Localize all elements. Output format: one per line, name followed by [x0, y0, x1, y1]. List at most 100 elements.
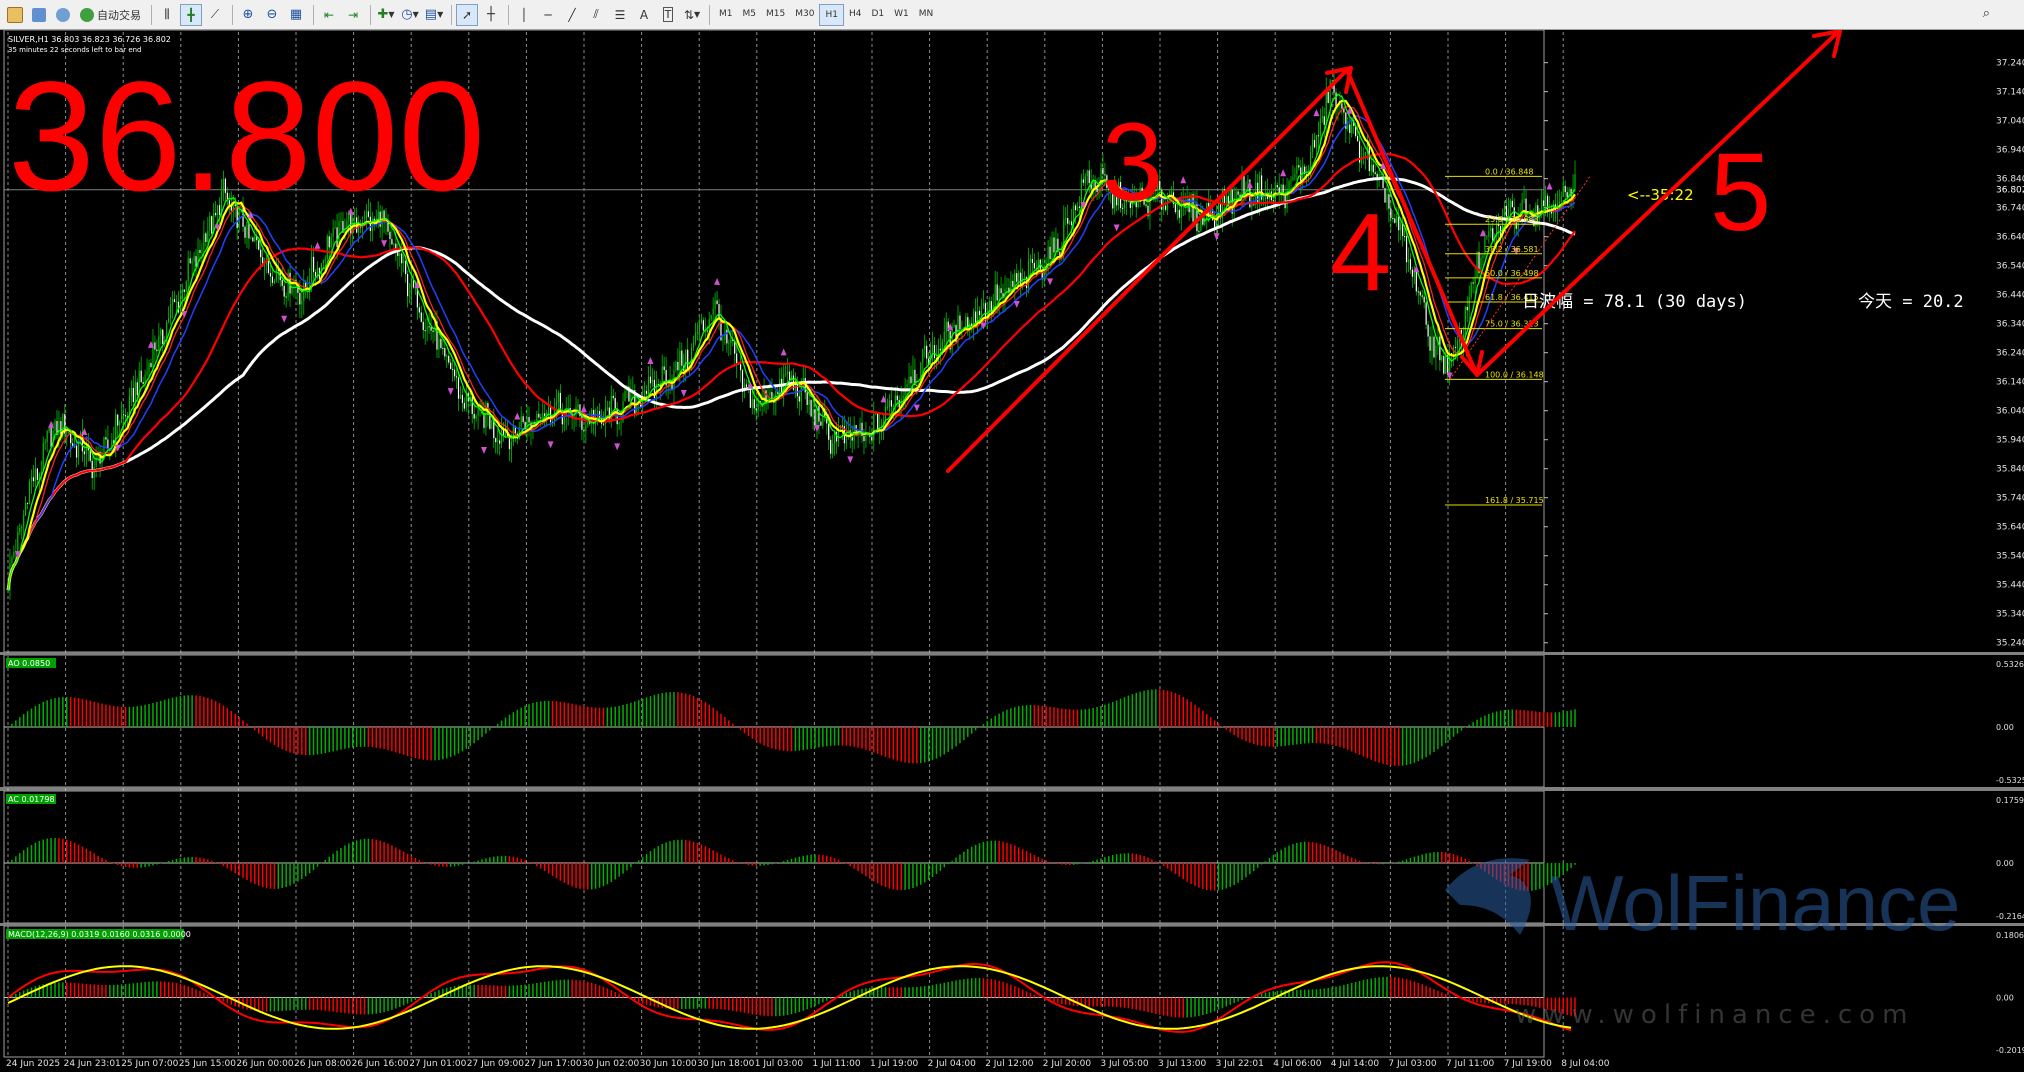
candle-body	[410, 280, 413, 296]
timeframe-d1-button[interactable]: D1	[866, 4, 889, 24]
macd-pane: MACD(12,26,9) 0.0319 0.0160 0.0316 0.000…	[4, 929, 2024, 1055]
candle-body	[1074, 205, 1077, 211]
candle-body	[1474, 278, 1476, 284]
zoom-in-button[interactable]: ⊕	[237, 4, 259, 26]
crosshair-button[interactable]: ┼	[480, 4, 502, 26]
candle-body	[1541, 200, 1543, 212]
candle-body	[330, 236, 332, 248]
pane-separator[interactable]	[0, 652, 2024, 655]
candle-body	[477, 408, 479, 416]
candle-body	[283, 285, 285, 297]
candle-body	[1468, 296, 1470, 311]
chart-area[interactable]: 37.240 37.140 37.040 36.940 36.840 36.740 36.6…	[0, 30, 2024, 1072]
timeframe-w1-button[interactable]: W1	[889, 4, 914, 24]
symbol-info: SILVER,H1 36.803 36.823 36.726 36.802	[8, 35, 171, 44]
timeframe-mn-button[interactable]: MN	[914, 4, 939, 24]
time-axis-label: 25 Jun 15:00	[179, 1059, 236, 1069]
candle-body	[271, 276, 274, 283]
vertical-line-button[interactable]: │	[513, 4, 535, 26]
toolbar-separator	[709, 4, 710, 25]
timeframe-m15-button[interactable]: M15	[761, 4, 790, 24]
timeframe-m30-button[interactable]: M30	[790, 4, 819, 24]
profiles-button[interactable]	[28, 4, 50, 26]
candle-body	[119, 421, 121, 426]
candle-body	[1405, 236, 1408, 263]
candle-body	[1449, 353, 1451, 375]
candle-body	[941, 341, 943, 351]
candle-body	[148, 363, 150, 372]
timeframe-m1-button[interactable]: M1	[714, 4, 738, 24]
candle-body	[1213, 220, 1216, 228]
price-axis-label: 35.740	[1996, 494, 2024, 504]
chart-shift-icon: ⇤	[323, 7, 335, 22]
candle-body	[700, 320, 702, 322]
candle-body	[1482, 255, 1484, 259]
candle-body	[428, 326, 430, 328]
pane-separator[interactable]	[0, 787, 2024, 791]
price-axis-label: 36.640	[1996, 233, 2024, 243]
candle-body	[557, 392, 560, 402]
channel-button[interactable]: ⫽	[585, 4, 607, 26]
candle-body	[495, 438, 497, 443]
candle-body	[583, 429, 585, 432]
templates-button[interactable]: ▤ ▼	[423, 4, 445, 26]
navigator-button[interactable]	[52, 4, 74, 26]
candle-body	[1396, 216, 1398, 223]
new-chart-button[interactable]	[4, 4, 26, 26]
candle-body	[975, 311, 977, 323]
candle-body	[802, 378, 804, 381]
dropdown-arrow-icon: ▼	[412, 10, 419, 19]
time-axis-label: 4 Jul 14:00	[1331, 1059, 1380, 1069]
fractal-marker	[314, 241, 321, 249]
arrows-button[interactable]: ⇅ ▼	[681, 4, 703, 26]
candle-body	[1294, 174, 1296, 178]
candle-body	[1394, 218, 1396, 223]
trendline-icon: ╱	[568, 7, 576, 22]
candle-body	[420, 312, 422, 322]
text-label-button[interactable]: T	[657, 4, 679, 26]
bar-chart-button[interactable]: ⫼	[156, 4, 178, 26]
periods-button[interactable]: ◷ ▼	[399, 4, 421, 26]
chart-shift-button[interactable]: ⇤	[318, 4, 340, 26]
candle-body	[497, 440, 499, 443]
trendline-button[interactable]: ╱	[561, 4, 583, 26]
candle-body	[620, 421, 622, 423]
candle-body	[246, 222, 248, 238]
indicators-button[interactable]: ✚ ▼	[375, 4, 397, 26]
candle-body	[1053, 237, 1055, 253]
cursor-button[interactable]: ➚	[456, 3, 478, 26]
candle-body	[657, 383, 659, 385]
candle-body	[980, 306, 983, 316]
candle-body	[1237, 191, 1239, 195]
candle-body	[820, 421, 822, 426]
candle-body	[1049, 246, 1051, 260]
fractal-marker	[780, 348, 787, 356]
candle-body	[808, 399, 810, 405]
timeframe-h4-button[interactable]: H4	[844, 4, 867, 24]
auto-trading-button[interactable]: 自动交易	[76, 4, 145, 26]
candle-body	[83, 451, 85, 455]
line-chart-button[interactable]: ⟋	[204, 4, 226, 26]
candle-body	[1370, 164, 1372, 172]
text-icon: A	[639, 7, 649, 22]
candle-body	[450, 362, 452, 369]
today-range-text: 今天 = 20.2	[1858, 292, 1964, 312]
fractal-marker	[1546, 182, 1553, 190]
text-tool-button[interactable]: A	[633, 4, 655, 26]
zoom-in-icon: ⊕	[242, 7, 254, 22]
clock-icon: ◷	[401, 7, 413, 22]
time-axis-label: 3 Jul 22:01	[1216, 1059, 1264, 1069]
timeframe-m5-button[interactable]: M5	[738, 4, 762, 24]
candle-body	[1069, 221, 1071, 224]
autoscroll-button[interactable]: ⇥	[342, 4, 364, 26]
fibonacci-button[interactable]: ☰	[609, 4, 631, 26]
timeframe-h1-button[interactable]: H1	[819, 3, 844, 26]
tile-windows-button[interactable]: ▦	[285, 4, 307, 26]
candle-body	[1380, 173, 1382, 175]
candlestick-button[interactable]: ╋	[180, 3, 202, 26]
horizontal-line-button[interactable]: ─	[537, 4, 559, 26]
zoom-out-button[interactable]: ⊖	[261, 4, 283, 26]
search-icon[interactable]: ⌕	[1983, 6, 1990, 21]
fractal-marker	[913, 404, 920, 412]
candle-body	[1071, 221, 1073, 226]
